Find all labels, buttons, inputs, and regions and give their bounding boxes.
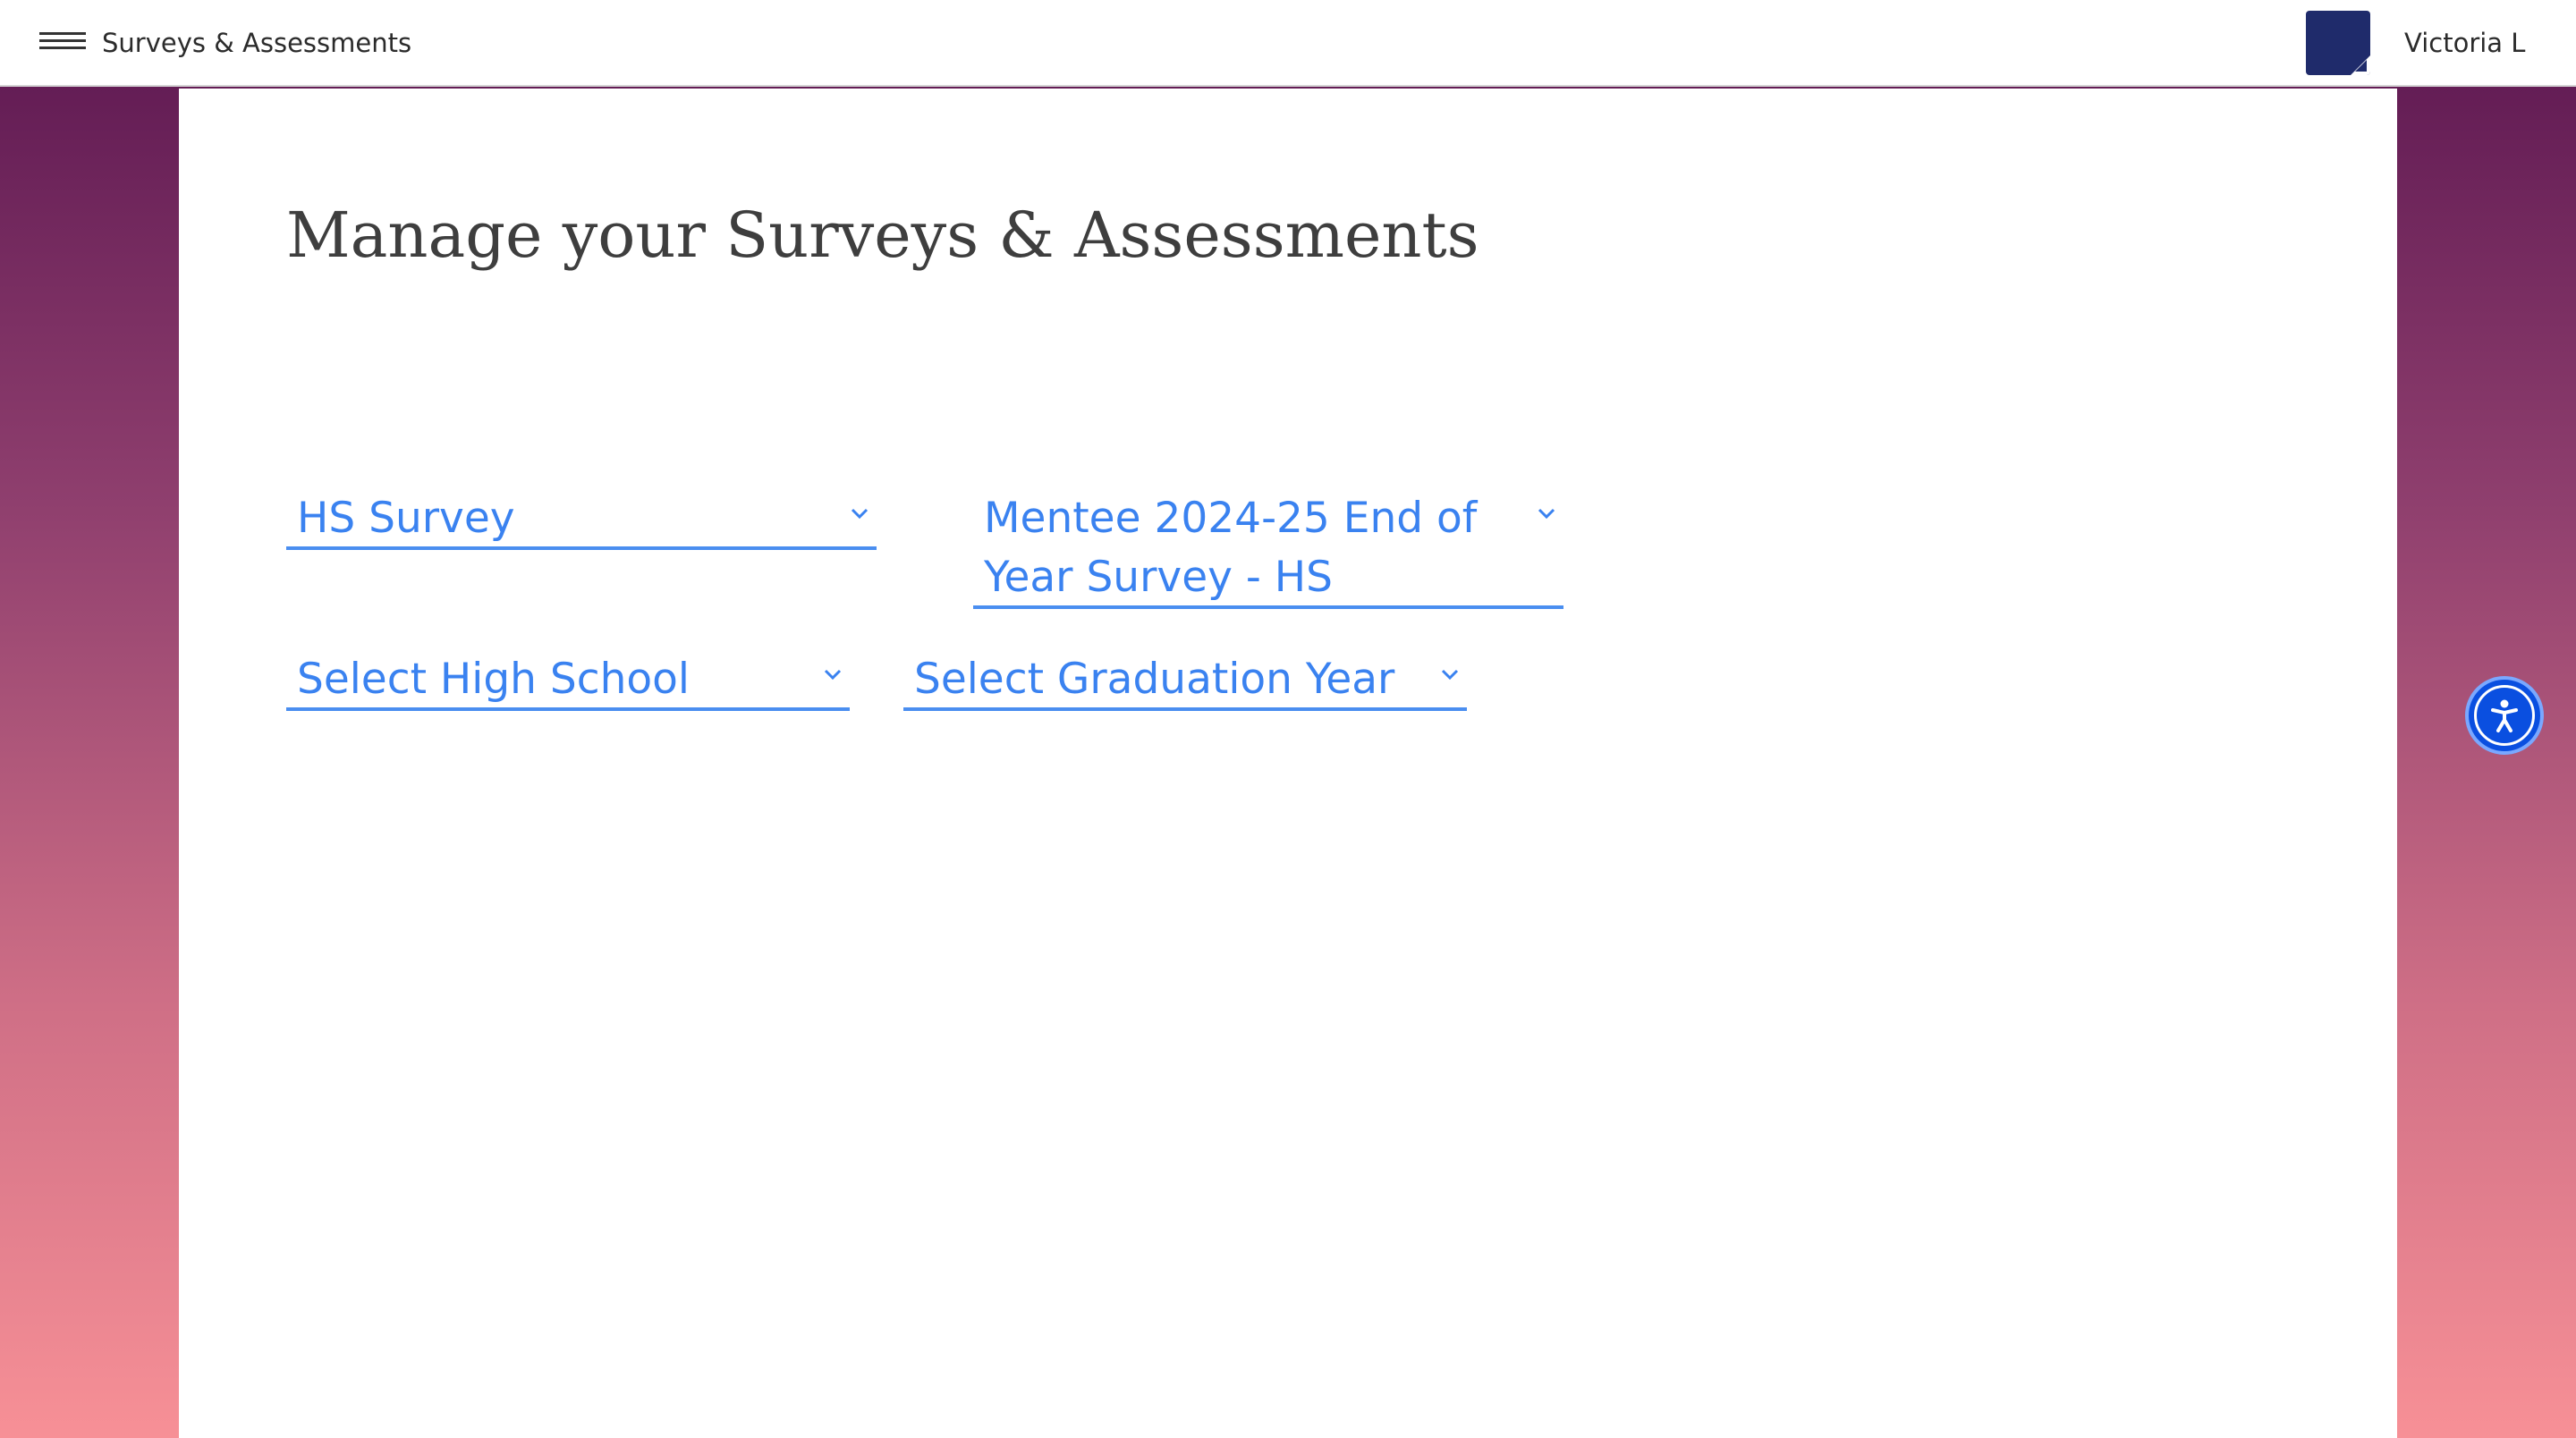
app-title: Surveys & Assessments <box>102 28 412 58</box>
graduation-year-value: Select Graduation Year <box>914 655 1395 704</box>
accessibility-person-icon <box>2491 699 2518 732</box>
organization-logo[interactable] <box>2306 11 2370 75</box>
user-name[interactable]: Victoria L <box>2404 27 2525 59</box>
survey-name-select[interactable]: Mentee 2024-25 End of Year Survey - HS <box>973 489 1563 609</box>
chevron-down-icon <box>1538 508 1555 520</box>
high-school-value: Select High School <box>297 655 690 704</box>
hamburger-menu-icon[interactable] <box>39 32 86 55</box>
chevron-down-icon <box>851 508 869 520</box>
chevron-down-icon <box>824 669 842 681</box>
chevron-down-icon <box>1441 669 1459 681</box>
page-title: Manage your Surveys & Assessments <box>286 199 1479 272</box>
main-content: Manage your Surveys & Assessments HS Sur… <box>179 89 2397 1438</box>
accessibility-button[interactable] <box>2465 676 2544 755</box>
graduation-year-select[interactable]: Select Graduation Year <box>903 650 1467 711</box>
survey-type-select[interactable]: HS Survey <box>286 489 877 550</box>
top-bar: Surveys & Assessments Victoria L <box>0 0 2576 87</box>
survey-name-value: Mentee 2024-25 End of Year Survey - HS <box>984 494 1478 602</box>
high-school-select[interactable]: Select High School <box>286 650 850 711</box>
survey-type-value: HS Survey <box>297 494 515 543</box>
